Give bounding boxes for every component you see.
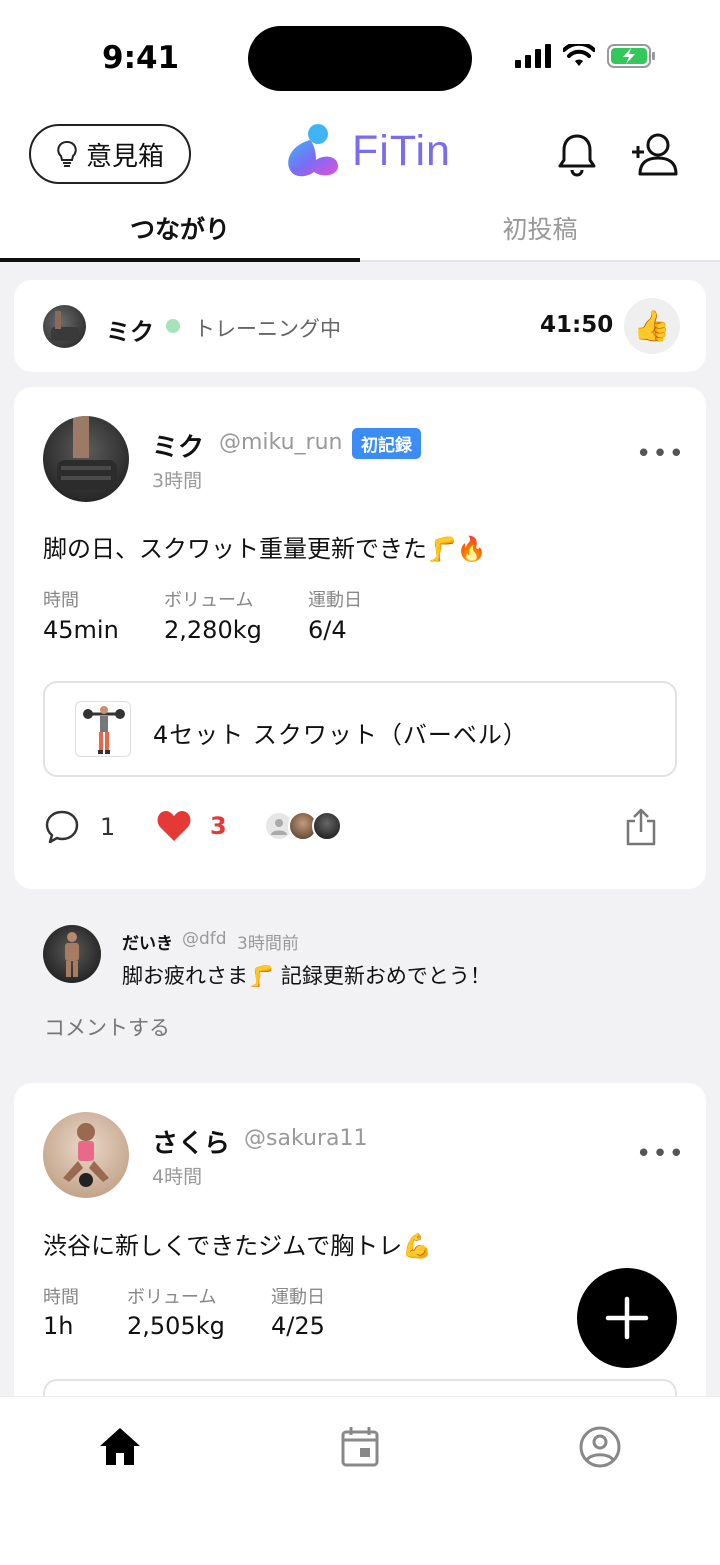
- signal-icon: [515, 44, 551, 68]
- lightbulb-icon: [57, 140, 77, 167]
- thumbs-up-icon: 👍: [633, 308, 671, 344]
- live-timer: 41:50: [540, 312, 614, 338]
- post-author-handle[interactable]: @miku_run: [219, 430, 342, 455]
- liker-avatar: [312, 811, 342, 841]
- avatar[interactable]: [43, 1112, 129, 1198]
- post-text: 渋谷に新しくできたジムで胸トレ💪: [43, 1232, 433, 1260]
- comment-text: 脚お疲れさま🦵 記録更新おめでとう！: [122, 964, 491, 988]
- battery-icon: [607, 44, 655, 68]
- share-icon[interactable]: [624, 807, 658, 847]
- heart-icon: [157, 811, 191, 841]
- tab-first-post[interactable]: 初投稿: [360, 210, 720, 246]
- stat-label: 運動日: [308, 590, 362, 611]
- stat-value: 6/4: [308, 616, 347, 644]
- stat-value: 4/25: [271, 1312, 325, 1340]
- app-logo: FiTin: [280, 122, 451, 180]
- add-friend-icon[interactable]: [630, 132, 680, 178]
- calendar-icon[interactable]: [340, 1425, 380, 1467]
- stat-label: 時間: [43, 590, 79, 611]
- post-card: ミク @miku_run 初記録 3時間 ••• 脚の日、スクワット重量更新でき…: [14, 387, 706, 889]
- stat-value: 1h: [43, 1312, 74, 1340]
- feed-tabs: つながり 初投稿: [0, 200, 720, 262]
- thumbs-up-button[interactable]: 👍: [624, 298, 680, 354]
- avatar[interactable]: [43, 416, 129, 502]
- wifi-icon: [563, 44, 595, 66]
- post-time: 4時間: [152, 1166, 203, 1188]
- stat-label: 運動日: [271, 1287, 325, 1308]
- first-record-badge: 初記録: [352, 428, 421, 459]
- feedback-label: 意見箱: [85, 141, 164, 172]
- comment-button[interactable]: 1: [44, 809, 115, 845]
- new-post-button[interactable]: [577, 1268, 677, 1368]
- comment-author-name[interactable]: だいき: [122, 929, 173, 954]
- stat-value: 45min: [43, 616, 119, 644]
- profile-icon[interactable]: [578, 1425, 622, 1469]
- like-count: 3: [210, 812, 227, 840]
- post-author-name[interactable]: ミク: [152, 427, 204, 464]
- stat-label: ボリューム: [127, 1287, 217, 1308]
- comment-author-handle[interactable]: @dfd: [182, 929, 227, 949]
- squat-figure-icon: [75, 701, 131, 757]
- live-session-card[interactable]: ミク トレーニング中 41:50 👍: [14, 280, 706, 372]
- stat-value: 2,505kg: [127, 1312, 225, 1340]
- bell-icon[interactable]: [555, 132, 599, 178]
- like-button[interactable]: 3: [156, 809, 227, 843]
- tab-connections[interactable]: つながり: [0, 210, 360, 246]
- comment-bubble-icon: [45, 810, 79, 844]
- exercise-text: 4セット スクワット（バーベル）: [153, 721, 528, 749]
- logo-mark-icon: [288, 124, 338, 177]
- dynamic-island: [248, 26, 472, 91]
- stat-label: 時間: [43, 1287, 79, 1308]
- logo-text: FiTin: [352, 126, 451, 175]
- bottom-navigation: [0, 1396, 720, 1565]
- post-author-name[interactable]: さくら: [152, 1123, 230, 1160]
- home-icon[interactable]: [98, 1425, 142, 1467]
- more-options-icon[interactable]: •••: [636, 439, 685, 469]
- live-status-dot: [166, 319, 180, 333]
- add-comment-link[interactable]: コメントする: [44, 1012, 170, 1042]
- exercise-item[interactable]: 4セット スクワット（バーベル）: [43, 681, 677, 777]
- status-time: 9:41: [102, 40, 180, 76]
- live-user-name: ミク: [106, 318, 154, 346]
- avatar[interactable]: [43, 925, 101, 983]
- liker-avatars[interactable]: [264, 811, 342, 841]
- plus-icon: [605, 1296, 649, 1340]
- comment-section: だいき @dfd 3時間前 脚お疲れさま🦵 記録更新おめでとう！ コメントする: [0, 905, 720, 1075]
- post-author-handle[interactable]: @sakura11: [244, 1126, 367, 1151]
- status-icons: [515, 44, 657, 68]
- active-tab-indicator: [0, 258, 360, 262]
- stat-value: 2,280kg: [164, 616, 262, 644]
- post-text: 脚の日、スクワット重量更新できた🦵🔥: [43, 535, 487, 563]
- avatar[interactable]: [43, 305, 86, 348]
- comment-count: 1: [100, 813, 116, 841]
- post-time: 3時間: [152, 470, 203, 492]
- more-options-icon[interactable]: •••: [636, 1139, 685, 1169]
- comment-time: 3時間前: [237, 934, 299, 954]
- stat-label: ボリューム: [164, 590, 254, 611]
- app-header: 9:41 意見箱 FiTin つながり 初投稿: [0, 0, 720, 262]
- feedback-button[interactable]: 意見箱: [29, 124, 191, 184]
- live-status-text: トレーニング中: [194, 317, 341, 341]
